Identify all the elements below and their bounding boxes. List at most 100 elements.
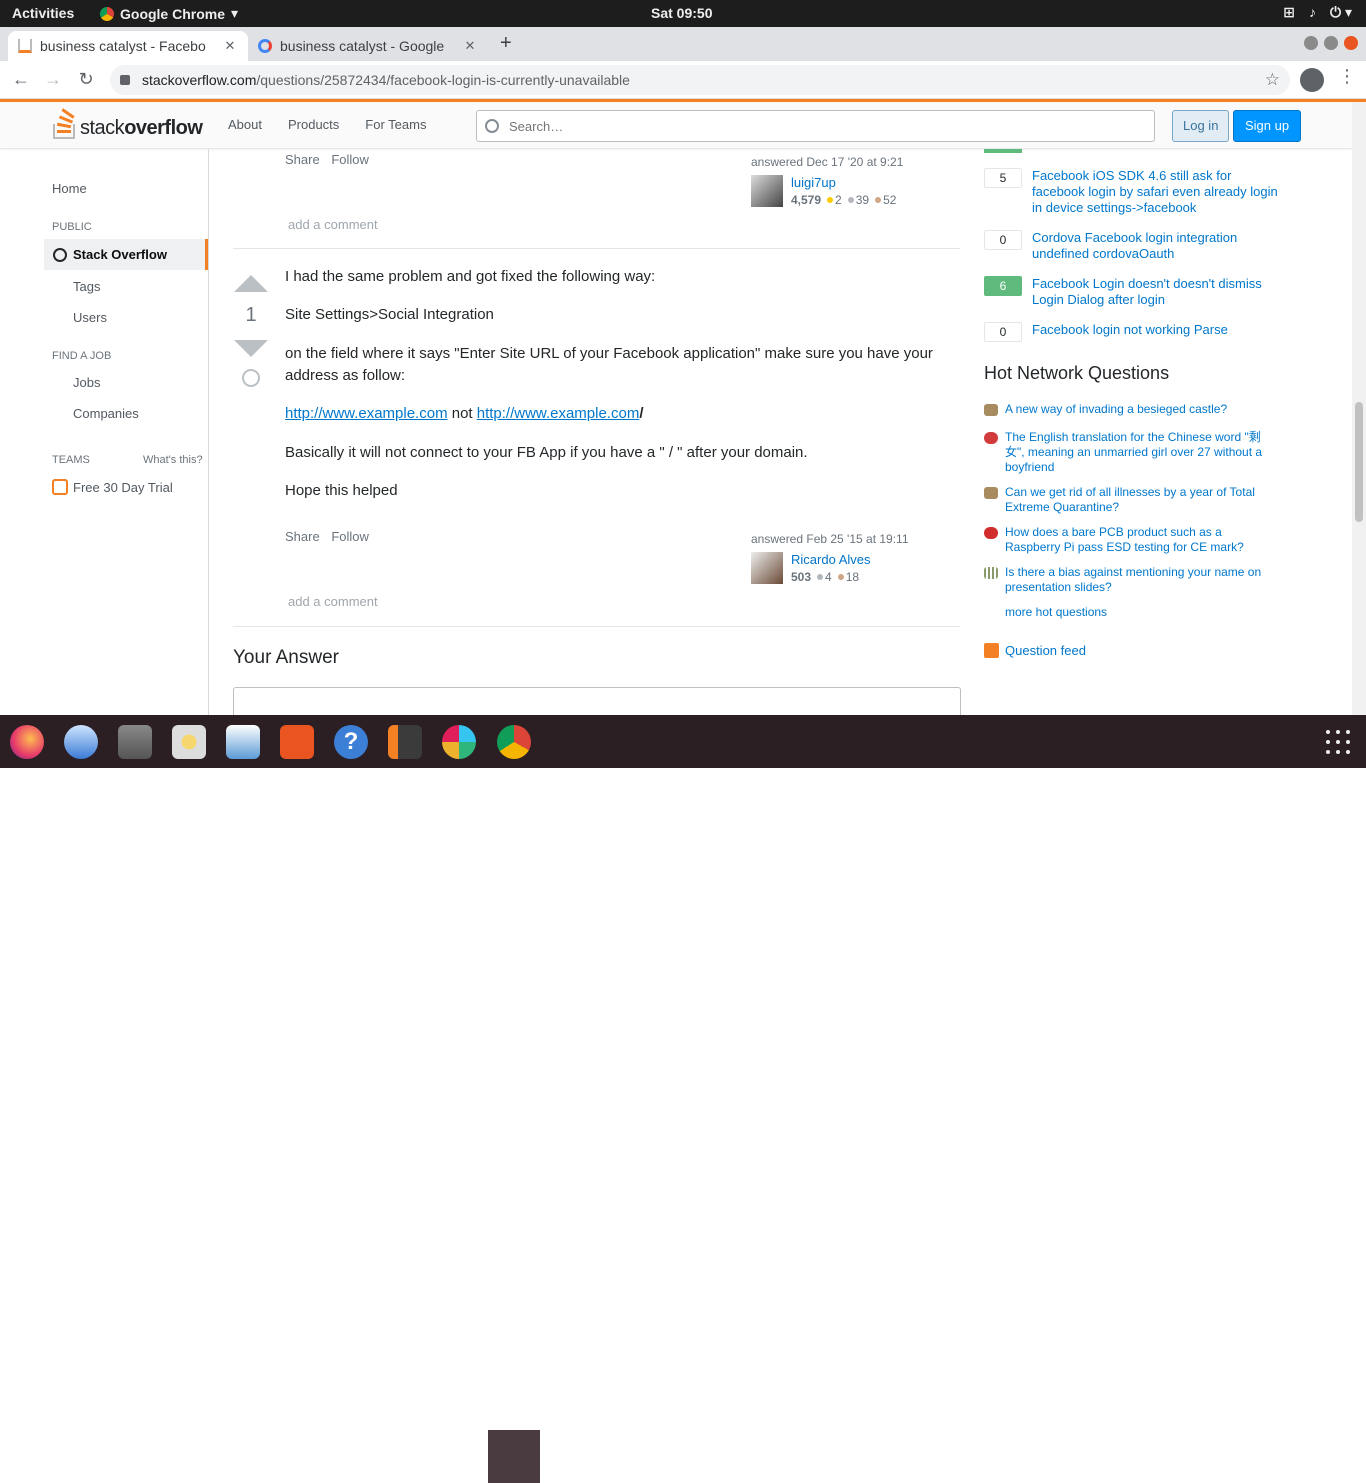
clock[interactable]: Sat 09:50 (651, 5, 712, 21)
example-link[interactable]: http://www.example.com (285, 405, 448, 422)
forward-icon[interactable]: → (42, 69, 64, 90)
rhythmbox-icon[interactable] (172, 725, 206, 759)
example-link[interactable]: http://www.example.com (477, 405, 640, 422)
url-host: stackoverflow.com (142, 72, 257, 88)
user-name-link[interactable]: Ricardo Alves (791, 552, 870, 567)
free-trial-link[interactable]: Free 30 Day Trial (52, 479, 173, 495)
add-comment-link[interactable]: add a comment (288, 594, 378, 609)
stackoverflow-logo[interactable]: stackoverflow (52, 108, 203, 140)
search-input[interactable] (509, 118, 1109, 134)
score-badge: 5 (984, 168, 1022, 188)
more-hot-questions-link[interactable]: more hot questions (1005, 605, 1107, 619)
app-menu[interactable]: Google Chrome ▾ (100, 5, 238, 22)
maximize-button[interactable] (1324, 36, 1338, 50)
window-controls (1304, 36, 1358, 50)
related-question-link[interactable]: Cordova Facebook login integration undef… (1032, 230, 1282, 262)
lock-icon[interactable] (120, 75, 130, 85)
hot-question-link[interactable]: The English translation for the Chinese … (1005, 430, 1267, 475)
post-menu: Share Follow (285, 529, 377, 544)
profile-avatar[interactable] (1300, 68, 1324, 92)
nav-about[interactable]: About (215, 117, 275, 132)
sidebar-item-jobs[interactable]: Jobs (73, 375, 100, 390)
answer-paragraph: Site Settings>Social Integration (285, 306, 494, 323)
close-icon[interactable]: ✕ (462, 38, 478, 54)
follow-link[interactable]: Follow (331, 152, 369, 167)
libreoffice-writer-icon[interactable] (226, 725, 260, 759)
history-icon[interactable] (242, 369, 260, 387)
scrollbar-thumb[interactable] (1355, 402, 1363, 522)
divider (233, 626, 960, 627)
help-icon[interactable]: ? (334, 725, 368, 759)
ubuntu-dock: ? (0, 715, 1366, 1483)
nav-for-teams[interactable]: For Teams (352, 117, 439, 132)
follow-link[interactable]: Follow (331, 529, 369, 544)
sidebar-item-companies[interactable]: Companies (73, 406, 139, 421)
avatar[interactable] (751, 175, 783, 207)
tab-google-search[interactable]: business catalyst - Google ✕ (248, 31, 488, 61)
tab-facebook-search[interactable]: business catalyst - Facebo ✕ (8, 31, 248, 61)
vote-count: 1 (245, 304, 257, 326)
user-name-link[interactable]: luigi7up (791, 175, 836, 190)
related-question-link[interactable]: Facebook login not working Parse (1032, 322, 1282, 338)
right-sidebar: 5 Facebook iOS SDK 4.6 still ask for fac… (984, 149, 1284, 715)
hot-question-link[interactable]: Can we get rid of all illnesses by a yea… (1005, 485, 1267, 515)
minimize-button[interactable] (1304, 36, 1318, 50)
user-signature: answered Feb 25 '15 at 19:11 Ricardo Alv… (751, 532, 951, 592)
question-feed-link[interactable]: Question feed (984, 643, 1086, 658)
reload-icon[interactable]: ↻ (75, 69, 97, 90)
sidebar-item-users[interactable]: Users (73, 310, 107, 325)
back-icon[interactable]: ← (10, 69, 32, 90)
your-answer-heading: Your Answer (233, 647, 339, 668)
share-link[interactable]: Share (285, 152, 320, 167)
related-question-link[interactable]: Facebook Login doesn't doesn't dismiss L… (1032, 276, 1282, 308)
software-center-icon[interactable] (280, 725, 314, 759)
top-nav: About Products For Teams (215, 117, 439, 132)
left-sidebar: Home PUBLIC Stack Overflow Tags Users FI… (0, 149, 209, 715)
whats-this-link[interactable]: What's this? (143, 454, 203, 466)
answer-editor[interactable] (233, 687, 961, 715)
app-name: Google Chrome (120, 5, 226, 22)
related-question-link[interactable]: Facebook iOS SDK 4.6 still ask for faceb… (1032, 168, 1282, 216)
add-comment-link[interactable]: add a comment (288, 217, 378, 232)
new-tab-button[interactable]: + (500, 32, 512, 55)
chinese-icon (984, 432, 998, 444)
avatar[interactable] (751, 552, 783, 584)
thunderbird-icon[interactable] (64, 725, 98, 759)
answer-paragraph: Hope this helped (285, 482, 398, 499)
sidebar-item-home[interactable]: Home (52, 181, 87, 196)
signup-button[interactable]: Sign up (1233, 110, 1302, 142)
login-button[interactable]: Log in (1172, 110, 1230, 142)
user-reputation: 4,579 2 39 52 (791, 193, 897, 207)
sidebar-section-public: PUBLIC (52, 221, 92, 233)
chrome-menu-icon[interactable]: ⋮ (1338, 66, 1356, 87)
page-scrollbar[interactable] (1352, 102, 1366, 715)
sidebar-item-stack-overflow[interactable]: Stack Overflow (44, 239, 208, 270)
post-menu: Share Follow (285, 152, 377, 167)
logo-stack-icon (52, 108, 76, 140)
close-icon[interactable]: ✕ (222, 38, 238, 54)
firefox-icon[interactable] (10, 725, 44, 759)
divider (233, 248, 960, 249)
bookmark-star-icon[interactable]: ☆ (1265, 70, 1280, 90)
downvote-button[interactable] (234, 340, 268, 357)
system-tray[interactable]: ⊞ ♪ ⏻ ▾ (1283, 4, 1352, 21)
hot-question-link[interactable]: How does a bare PCB product such as a Ra… (1005, 525, 1267, 555)
slack-icon[interactable] (442, 725, 476, 759)
share-link[interactable]: Share (285, 529, 320, 544)
chrome-icon[interactable] (497, 725, 531, 759)
url-path: /questions/25872434/facebook-login-is-cu… (256, 72, 630, 88)
show-applications-icon[interactable] (1326, 730, 1350, 754)
upvote-button[interactable] (234, 275, 268, 292)
answer-paragraph: I had the same problem and got fixed the… (285, 268, 656, 285)
tab-strip: business catalyst - Facebo ✕ business ca… (0, 27, 1366, 61)
activities-button[interactable]: Activities (12, 5, 74, 21)
nav-products[interactable]: Products (275, 117, 352, 132)
sublime-text-icon[interactable] (388, 725, 422, 759)
sidebar-item-tags[interactable]: Tags (73, 279, 100, 294)
worldbuilding-icon (984, 487, 998, 499)
hot-question-link[interactable]: A new way of invading a besieged castle? (1005, 402, 1267, 417)
files-icon[interactable] (118, 725, 152, 759)
close-window-button[interactable] (1344, 36, 1358, 50)
hot-question-link[interactable]: Is there a bias against mentioning your … (1005, 565, 1267, 595)
address-bar[interactable]: stackoverflow.com /questions/25872434/fa… (110, 65, 1290, 95)
